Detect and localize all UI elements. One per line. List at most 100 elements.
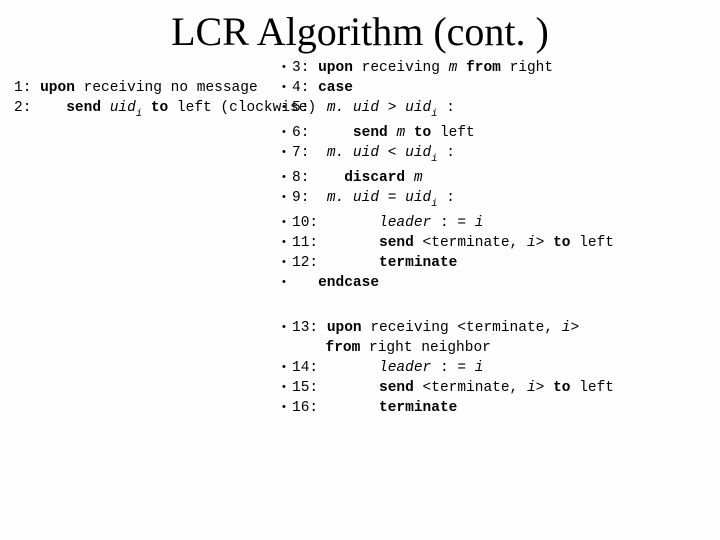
sub-i: i	[431, 108, 437, 120]
bullet-icon	[282, 58, 292, 78]
kw-to: to	[414, 125, 431, 141]
text: >	[536, 235, 545, 251]
text: right	[510, 60, 554, 76]
bullet-icon	[282, 318, 292, 338]
kw-to: to	[151, 100, 168, 116]
line-num: 6:	[292, 125, 309, 141]
line-num: 11:	[292, 235, 318, 251]
bullet-icon	[282, 78, 292, 98]
op: >	[388, 100, 397, 116]
sub-i: i	[431, 198, 437, 210]
code-line-13b: from right neighbor	[282, 338, 614, 358]
bullet-icon	[282, 358, 292, 378]
var-m: m	[396, 125, 405, 141]
line-num: 13:	[292, 320, 318, 336]
line-num: 9:	[292, 190, 309, 206]
bullet-icon	[282, 398, 292, 418]
bullet-icon	[282, 188, 292, 208]
kw-upon: upon	[40, 80, 75, 96]
text: receiving	[362, 60, 440, 76]
code-line-6: 6: send m to left	[282, 123, 614, 143]
kw-send: send	[379, 380, 414, 396]
right-code-block: 3: upon receiving m from right 4: case 5…	[282, 58, 614, 293]
kw-case: case	[318, 80, 353, 96]
var-i: i	[475, 360, 484, 376]
kw-from: from	[466, 60, 501, 76]
assign: : =	[440, 360, 466, 376]
text: left	[579, 380, 614, 396]
var-m: m	[414, 170, 423, 186]
text: receiving no message	[84, 80, 258, 96]
text: left	[440, 125, 475, 141]
code-line-9: 9: m. uid = uidi :	[282, 188, 614, 213]
var-uid: uid	[405, 100, 431, 116]
bullet-icon	[282, 253, 292, 273]
line-num: 4:	[292, 80, 309, 96]
bullet-icon	[282, 233, 292, 253]
line-num: 8:	[292, 170, 309, 186]
kw-upon: upon	[327, 320, 362, 336]
code-line-end: endcase	[282, 273, 614, 293]
kw-send: send	[66, 100, 101, 116]
var-muid: m. uid	[327, 190, 379, 206]
text: right neighbor	[369, 340, 491, 356]
code-line-4: 4: case	[282, 78, 614, 98]
colon: :	[446, 190, 455, 206]
code-line-14: 14: leader : = i	[282, 358, 614, 378]
kw-to: to	[553, 235, 570, 251]
code-line-11: 11: send <terminate, i> to left	[282, 233, 614, 253]
var-muid: m. uid	[327, 145, 379, 161]
bullet-icon	[282, 168, 292, 188]
var-i: i	[527, 235, 536, 251]
code-line-15: 15: send <terminate, i> to left	[282, 378, 614, 398]
left-code-block: 1: upon receiving no message 2: send uid…	[14, 78, 316, 123]
code-line-5: 5: m. uid > uidi :	[282, 98, 614, 123]
kw-to: to	[553, 380, 570, 396]
code-line-2: 2: send uidi to left (clockwise)	[14, 98, 316, 123]
bullet-icon	[282, 378, 292, 398]
var-uid: uid	[110, 100, 136, 116]
text: <terminate,	[423, 235, 519, 251]
code-line-10: 10: leader : = i	[282, 213, 614, 233]
var-i: i	[475, 215, 484, 231]
assign: : =	[440, 215, 466, 231]
line-num: 3:	[292, 60, 309, 76]
text: >	[536, 380, 545, 396]
kw-from: from	[326, 340, 361, 356]
code-line-1: 1: upon receiving no message	[14, 78, 316, 98]
line-num: 16:	[292, 400, 318, 416]
text: receiving <terminate,	[370, 320, 553, 336]
var-i: i	[527, 380, 536, 396]
kw-terminate: terminate	[379, 400, 457, 416]
bullet-icon	[282, 213, 292, 233]
var-uid: uid	[405, 190, 431, 206]
code-line-7: 7: m. uid < uidi :	[282, 143, 614, 168]
code-line-12: 12: terminate	[282, 253, 614, 273]
op: <	[388, 145, 397, 161]
line-num: 7:	[292, 145, 309, 161]
code-line-8: 8: discard m	[282, 168, 614, 188]
text: left	[579, 235, 614, 251]
line-num: 15:	[292, 380, 318, 396]
text: <terminate,	[423, 380, 519, 396]
var-leader: leader	[379, 215, 431, 231]
text: >	[570, 320, 579, 336]
bullet-icon	[282, 98, 292, 118]
line-num: 12:	[292, 255, 318, 271]
bottom-code-block: 13: upon receiving <terminate, i> from r…	[282, 318, 614, 418]
kw-discard: discard	[344, 170, 405, 186]
code-line-16: 16: terminate	[282, 398, 614, 418]
bullet-icon	[282, 143, 292, 163]
code-line-13: 13: upon receiving <terminate, i>	[282, 318, 614, 338]
var-m: m	[449, 60, 458, 76]
kw-send: send	[353, 125, 388, 141]
sub-i: i	[431, 153, 437, 165]
sub-i: i	[136, 108, 142, 120]
line-num: 1:	[14, 80, 31, 96]
code-line-3: 3: upon receiving m from right	[282, 58, 614, 78]
slide: LCR Algorithm (cont. ) 1: upon receiving…	[0, 0, 720, 540]
line-num: 5:	[292, 100, 309, 116]
kw-upon: upon	[318, 60, 353, 76]
colon: :	[446, 145, 455, 161]
bullet-icon	[282, 273, 292, 293]
